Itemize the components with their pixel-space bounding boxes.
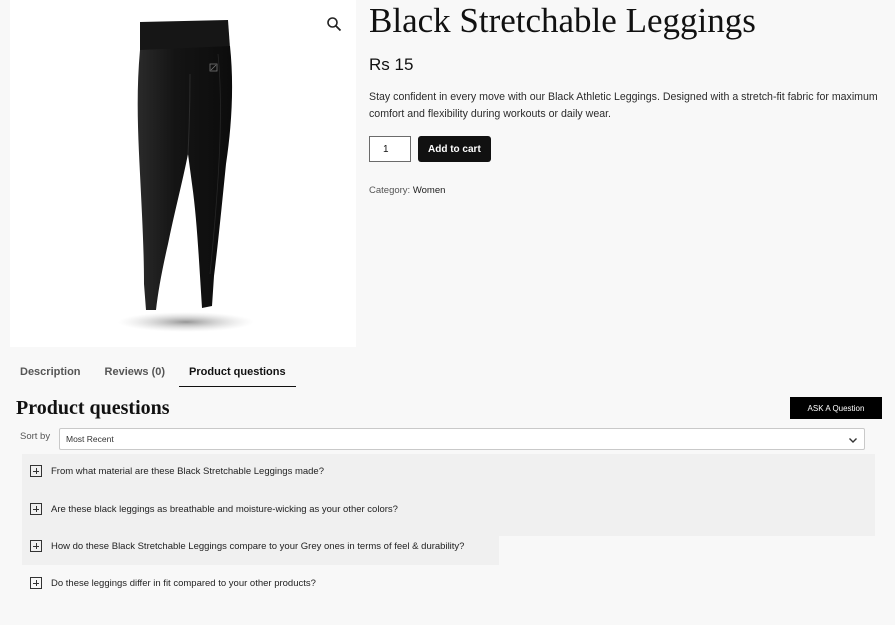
product-title: Black Stretchable Leggings [369, 1, 756, 40]
add-to-cart-form: Add to cart [369, 136, 879, 162]
plus-icon[interactable] [30, 465, 42, 477]
chevron-down-icon [849, 438, 857, 443]
product-price: Rs 15 [369, 55, 414, 74]
ask-question-button[interactable]: ASK A Question [790, 397, 882, 419]
sort-selected-value: Most Recent [66, 434, 114, 444]
plus-icon[interactable] [30, 577, 42, 589]
add-to-cart-button[interactable]: Add to cart [418, 136, 491, 162]
search-icon[interactable] [326, 16, 342, 32]
question-item[interactable]: Do these leggings differ in fit compared… [30, 577, 316, 589]
quantity-input[interactable] [369, 136, 411, 162]
product-questions-title: Product questions [16, 397, 170, 419]
plus-icon[interactable] [30, 503, 42, 515]
question-text: Are these black leggings as breathable a… [51, 503, 398, 515]
product-category: Category: Women [369, 185, 879, 196]
question-item[interactable]: From what material are these Black Stret… [30, 465, 324, 477]
product-summary: Black Stretchable Leggings Rs 15 Stay co… [369, 0, 879, 196]
sort-select[interactable]: Most Recent [59, 428, 865, 450]
question-text: How do these Black Stretchable Leggings … [51, 540, 465, 552]
question-text: From what material are these Black Stret… [51, 465, 324, 477]
question-item[interactable]: Are these black leggings as breathable a… [30, 503, 398, 515]
question-text: Do these leggings differ in fit compared… [51, 577, 316, 589]
category-link[interactable]: Women [413, 185, 446, 196]
product-image[interactable] [10, 0, 356, 347]
product-short-description: Stay confident in every move with our Bl… [369, 91, 878, 120]
leggings-image [118, 20, 254, 332]
tab-reviews[interactable]: Reviews (0) [95, 360, 176, 387]
plus-icon[interactable] [30, 540, 42, 552]
question-list-bg-right [499, 454, 875, 536]
tab-product-questions[interactable]: Product questions [179, 360, 296, 387]
tab-description[interactable]: Description [10, 360, 91, 387]
product-tabs: Description Reviews (0) Product question… [10, 360, 300, 387]
category-label: Category: [369, 185, 411, 196]
product-page: Black Stretchable Leggings Rs 15 Stay co… [0, 0, 895, 625]
question-item[interactable]: How do these Black Stretchable Leggings … [30, 540, 464, 552]
sort-label: Sort by [20, 431, 51, 442]
